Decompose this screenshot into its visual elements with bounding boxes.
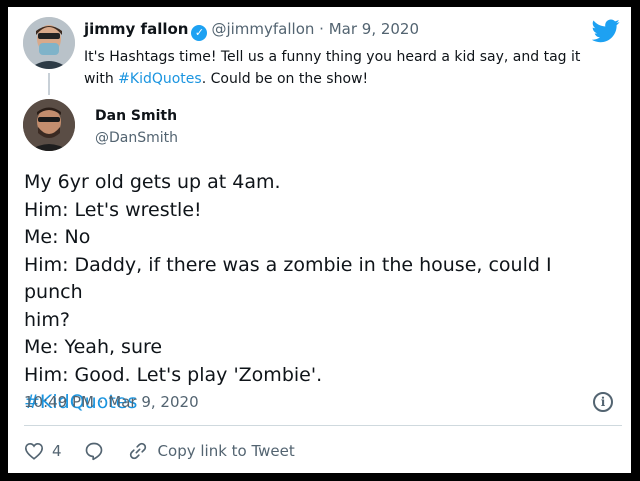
- author-name[interactable]: jimmy fallon: [84, 20, 188, 38]
- author-handle[interactable]: @DanSmith: [95, 130, 178, 146]
- twitter-bird-icon[interactable]: [591, 19, 620, 43]
- comment-icon[interactable]: [84, 441, 104, 461]
- parent-text-line1: It's Hashtags time! Tell us a funny thin…: [84, 49, 581, 65]
- info-icon[interactable]: i: [593, 392, 613, 412]
- avatar[interactable]: [23, 17, 75, 69]
- tweet-line: Him: Let's wrestle!: [24, 198, 202, 221]
- tweet-line: Him: Good. Let's play 'Zombie'.: [24, 363, 323, 386]
- verified-badge-icon: ✓: [191, 25, 208, 41]
- parent-tweet-header: jimmy fallon ✓ @jimmyfallon · Mar 9, 2020: [84, 20, 419, 41]
- author-name[interactable]: Dan Smith: [95, 108, 177, 124]
- like-count: 4: [52, 442, 62, 460]
- tweet-actions: 4 Copy link to Tweet: [24, 437, 295, 465]
- avatar[interactable]: [23, 99, 75, 151]
- link-icon[interactable]: [128, 441, 148, 461]
- copy-link-button[interactable]: Copy link to Tweet: [158, 442, 295, 460]
- tweet-line: Me: Yeah, sure: [24, 336, 163, 358]
- tweet-line: Him: Daddy, if there was a zombie in the…: [24, 253, 552, 304]
- tweet-card: jimmy fallon ✓ @jimmyfallon · Mar 9, 2020 …: [8, 7, 631, 473]
- handle-date[interactable]: @jimmyfallon · Mar 9, 2020: [211, 20, 419, 38]
- parent-tweet-text: It's Hashtags time! Tell us a funny thin…: [84, 46, 614, 90]
- tweet-line: Me: No: [24, 226, 91, 248]
- tweet-text: My 6yr old gets up at 4am. Him: Let's wr…: [24, 169, 614, 417]
- parent-text-suffix: . Could be on the show!: [201, 71, 369, 87]
- tweet-line: My 6yr old gets up at 4am.: [24, 171, 281, 193]
- thread-connector: [48, 73, 50, 95]
- heart-icon[interactable]: [24, 442, 44, 460]
- parent-text-prefix: with: [84, 71, 119, 87]
- tweet-line: him?: [24, 308, 70, 331]
- hashtag-link[interactable]: #KidQuotes: [118, 71, 202, 87]
- tweet-timestamp[interactable]: 10:49 PM · Mar 9, 2020: [24, 393, 199, 411]
- divider: [24, 425, 622, 426]
